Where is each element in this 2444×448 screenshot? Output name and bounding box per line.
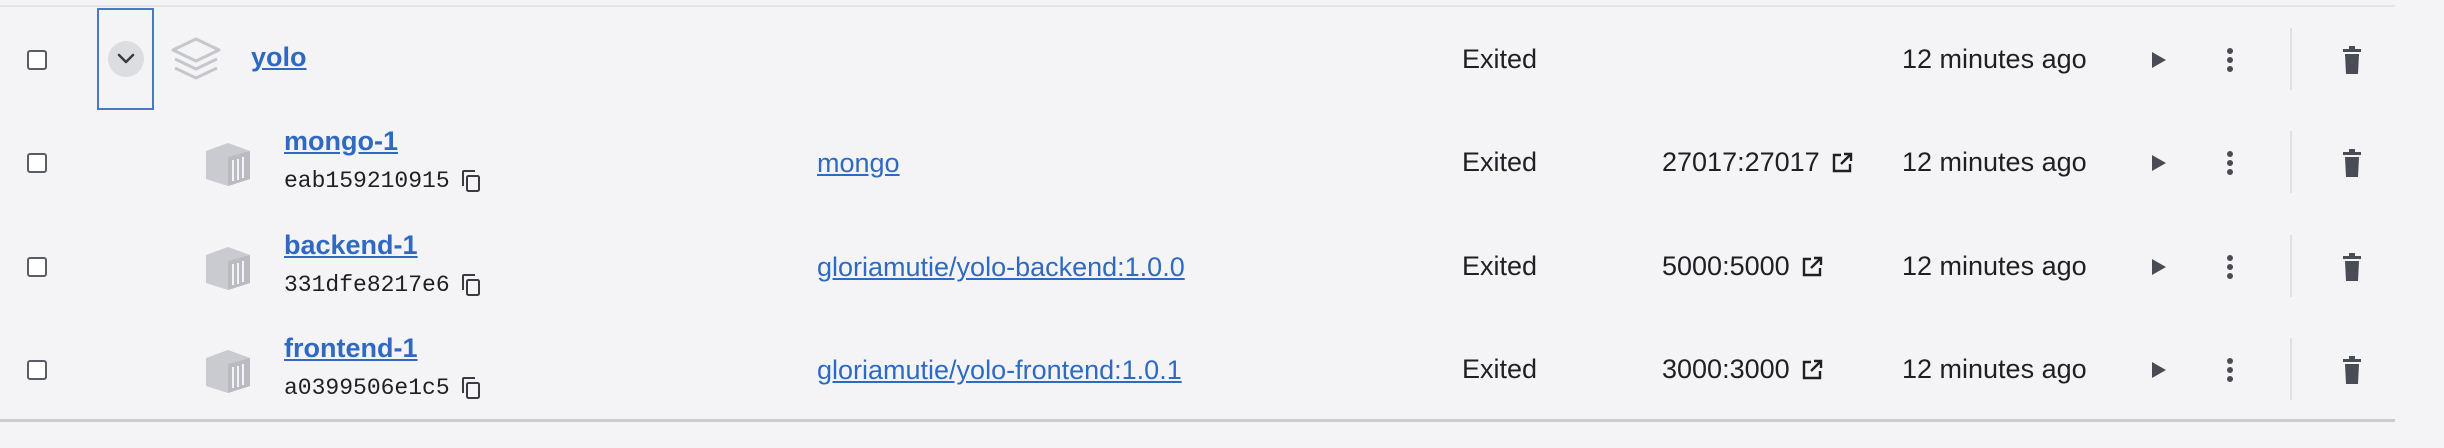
more-vertical-icon[interactable] bbox=[2218, 354, 2242, 386]
table-bottom-divider bbox=[0, 419, 2395, 422]
select-checkbox[interactable] bbox=[27, 153, 47, 173]
play-icon[interactable] bbox=[2146, 151, 2170, 175]
actions-divider bbox=[2290, 28, 2292, 90]
last-started-text: 12 minutes ago bbox=[1902, 147, 2087, 177]
select-checkbox[interactable] bbox=[27, 257, 47, 277]
trash-icon[interactable] bbox=[2340, 147, 2364, 179]
table-top-divider bbox=[0, 5, 2395, 7]
status-text: Exited bbox=[1462, 354, 1538, 384]
actions-divider bbox=[2290, 338, 2292, 400]
more-vertical-icon[interactable] bbox=[2218, 251, 2242, 283]
more-vertical-icon[interactable] bbox=[2218, 44, 2242, 76]
table-row[interactable]: mongo-1 eab159210915 mongo Exited 27017:… bbox=[0, 111, 2395, 214]
containers-table: yolo Exited 12 minutes ago mongo-1 eab15… bbox=[0, 0, 2395, 422]
container-name-link[interactable]: frontend-1 bbox=[284, 333, 417, 364]
container-name-link[interactable]: mongo-1 bbox=[284, 126, 398, 157]
container-id-text: eab159210915 bbox=[284, 168, 450, 194]
group-row[interactable]: yolo Exited 12 minutes ago bbox=[0, 8, 2395, 111]
container-id: eab159210915 bbox=[284, 168, 482, 194]
image-link[interactable]: gloriamutie/yolo-frontend:1.0.1 bbox=[817, 355, 1182, 386]
play-icon[interactable] bbox=[2146, 358, 2170, 382]
copy-icon[interactable] bbox=[460, 376, 482, 400]
port-text: 3000:3000 bbox=[1662, 354, 1790, 384]
port-link[interactable]: 5000:5000 bbox=[1662, 251, 1824, 282]
group-name-link[interactable]: yolo bbox=[251, 42, 307, 73]
container-id: a0399506e1c5 bbox=[284, 375, 482, 401]
external-link-icon bbox=[1802, 256, 1822, 276]
play-icon[interactable] bbox=[2146, 48, 2170, 72]
copy-icon[interactable] bbox=[460, 169, 482, 193]
container-id: 331dfe8217e6 bbox=[284, 272, 482, 298]
stack-layers-icon bbox=[171, 37, 221, 80]
expand-button[interactable] bbox=[108, 41, 144, 77]
port-link[interactable]: 27017:27017 bbox=[1662, 147, 1854, 178]
external-link-icon bbox=[1832, 152, 1852, 172]
actions-divider bbox=[2290, 235, 2292, 297]
status-text: Exited bbox=[1462, 251, 1538, 281]
external-link-icon bbox=[1802, 359, 1822, 379]
image-link[interactable]: gloriamutie/yolo-backend:1.0.0 bbox=[817, 252, 1185, 283]
select-checkbox[interactable] bbox=[27, 360, 47, 380]
last-started-text: 12 minutes ago bbox=[1902, 251, 2087, 281]
image-link[interactable]: mongo bbox=[817, 148, 900, 179]
select-checkbox[interactable] bbox=[27, 50, 47, 70]
copy-icon[interactable] bbox=[460, 273, 482, 297]
table-row[interactable]: backend-1 331dfe8217e6 gloriamutie/yolo-… bbox=[0, 215, 2395, 318]
trash-icon[interactable] bbox=[2340, 251, 2364, 283]
container-icon bbox=[206, 143, 250, 186]
container-id-text: a0399506e1c5 bbox=[284, 375, 450, 401]
container-id-text: 331dfe8217e6 bbox=[284, 272, 450, 298]
chevron-down-icon bbox=[117, 53, 135, 64]
last-started-text: 12 minutes ago bbox=[1902, 354, 2087, 384]
container-name-link[interactable]: backend-1 bbox=[284, 230, 418, 261]
table-row[interactable]: frontend-1 a0399506e1c5 gloriamutie/yolo… bbox=[0, 318, 2395, 421]
trash-icon[interactable] bbox=[2340, 44, 2364, 76]
play-icon[interactable] bbox=[2146, 255, 2170, 279]
status-text: Exited bbox=[1462, 44, 1538, 74]
port-link[interactable]: 3000:3000 bbox=[1662, 354, 1824, 385]
more-vertical-icon[interactable] bbox=[2218, 147, 2242, 179]
last-started-text: 12 minutes ago bbox=[1902, 44, 2087, 74]
container-icon bbox=[206, 350, 250, 393]
port-text: 5000:5000 bbox=[1662, 251, 1790, 281]
port-text: 27017:27017 bbox=[1662, 147, 1820, 177]
container-icon bbox=[206, 247, 250, 290]
trash-icon[interactable] bbox=[2340, 354, 2364, 386]
status-text: Exited bbox=[1462, 147, 1538, 177]
actions-divider bbox=[2290, 131, 2292, 193]
